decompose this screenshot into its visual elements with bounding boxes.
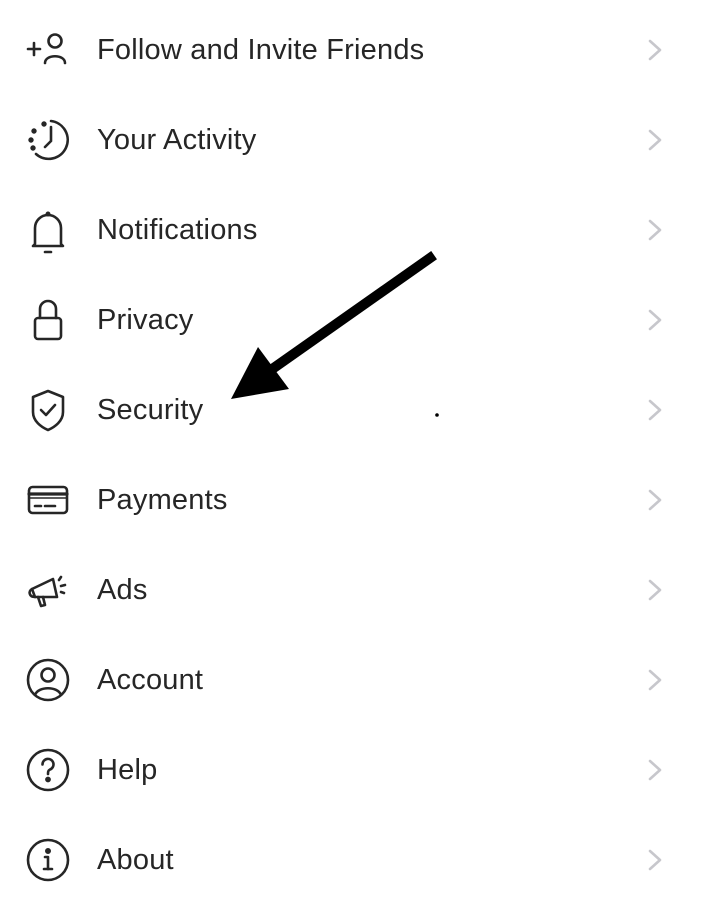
menu-item-label: Your Activity [97, 123, 257, 156]
chevron-right-icon [648, 129, 662, 151]
lock-icon [24, 296, 72, 344]
menu-item-ads[interactable]: Ads [0, 545, 701, 635]
settings-menu: Follow and Invite Friends Your Activity [0, 5, 701, 905]
menu-item-privacy[interactable]: Privacy [0, 275, 701, 365]
menu-item-follow-invite-friends[interactable]: Follow and Invite Friends [0, 5, 701, 95]
menu-item-label: Account [97, 663, 204, 696]
menu-item-label: Help [97, 753, 158, 786]
chevron-right-icon [648, 759, 662, 781]
chevron-right-icon [648, 579, 662, 601]
activity-clock-icon [24, 116, 72, 164]
menu-item-security[interactable]: Security [0, 365, 701, 455]
chevron-right-icon [648, 219, 662, 241]
menu-item-label: Follow and Invite Friends [97, 33, 425, 66]
menu-item-payments[interactable]: Payments [0, 455, 701, 545]
megaphone-icon [24, 566, 72, 614]
chevron-right-icon [648, 849, 662, 871]
menu-item-your-activity[interactable]: Your Activity [0, 95, 701, 185]
credit-card-icon [24, 476, 72, 524]
menu-item-notifications[interactable]: Notifications [0, 185, 701, 275]
menu-item-label: Privacy [97, 303, 194, 336]
menu-item-about[interactable]: About [0, 815, 701, 905]
menu-item-help[interactable]: Help [0, 725, 701, 815]
user-circle-icon [24, 656, 72, 704]
chevron-right-icon [648, 399, 662, 421]
add-person-icon [24, 26, 72, 74]
info-circle-icon [24, 836, 72, 884]
menu-item-label: Ads [97, 573, 148, 606]
menu-item-label: Payments [97, 483, 228, 516]
menu-item-label: About [97, 843, 174, 876]
shield-check-icon [24, 386, 72, 434]
menu-item-label: Security [97, 393, 204, 426]
chevron-right-icon [648, 39, 662, 61]
help-circle-icon [24, 746, 72, 794]
chevron-right-icon [648, 309, 662, 331]
menu-item-account[interactable]: Account [0, 635, 701, 725]
chevron-right-icon [648, 489, 662, 511]
menu-item-label: Notifications [97, 213, 258, 246]
chevron-right-icon [648, 669, 662, 691]
bell-icon [24, 206, 72, 254]
